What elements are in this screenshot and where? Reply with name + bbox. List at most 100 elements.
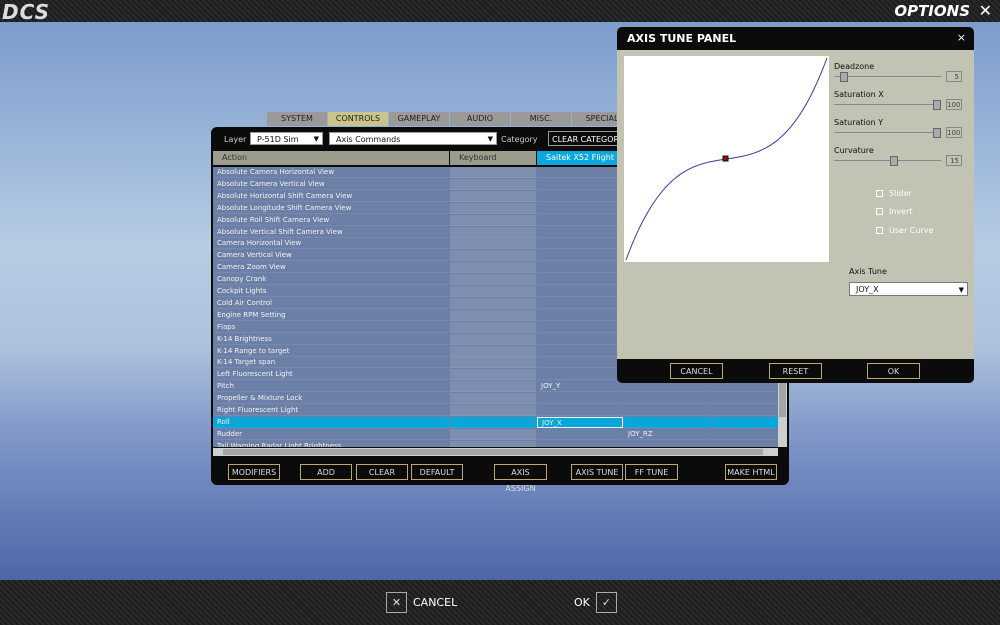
device-cell[interactable]: JOY_Y bbox=[537, 381, 623, 393]
tab-controls[interactable]: CONTROLS bbox=[328, 112, 388, 126]
deadzone-value[interactable]: 5 bbox=[946, 71, 962, 82]
device-cell-3[interactable] bbox=[711, 393, 778, 405]
tab-system[interactable]: SYSTEM bbox=[267, 112, 327, 126]
saturation-x-slider[interactable] bbox=[834, 100, 941, 110]
action-cell[interactable]: Flaps bbox=[213, 322, 449, 333]
device-cell[interactable] bbox=[537, 369, 623, 381]
close-icon[interactable]: ✕ bbox=[979, 1, 992, 20]
device-cell-2[interactable] bbox=[624, 405, 710, 416]
ff-tune-button[interactable]: FF TUNE bbox=[625, 464, 678, 480]
keyboard-cell[interactable] bbox=[450, 286, 536, 297]
make-html-button[interactable]: MAKE HTML bbox=[725, 464, 777, 480]
device-cell[interactable] bbox=[537, 346, 623, 357]
device-cell[interactable] bbox=[537, 429, 623, 440]
keyboard-cell[interactable] bbox=[450, 405, 536, 416]
action-cell[interactable]: Engine RPM Setting bbox=[213, 310, 449, 321]
action-cell[interactable]: Pitch bbox=[213, 381, 449, 393]
action-cell[interactable]: Absolute Roll Shift Camera View bbox=[213, 215, 449, 226]
device-cell[interactable] bbox=[537, 334, 623, 345]
action-cell[interactable]: Camera Vertical View bbox=[213, 250, 449, 262]
table-row[interactable]: Tail Warning Radar Light Brightness bbox=[213, 440, 778, 447]
keyboard-cell[interactable] bbox=[450, 274, 536, 286]
modifiers-button[interactable]: MODIFIERS bbox=[228, 464, 280, 480]
keyboard-cell[interactable] bbox=[450, 214, 536, 226]
action-cell[interactable]: Cockpit Lights bbox=[213, 286, 449, 297]
table-row[interactable]: Right Fluorescent Light bbox=[213, 405, 778, 417]
device-cell[interactable] bbox=[537, 441, 623, 447]
action-cell[interactable]: Propeller & Mixture Lock bbox=[213, 393, 449, 405]
device-cell[interactable] bbox=[537, 405, 623, 416]
device-cell-2[interactable] bbox=[624, 393, 710, 405]
layer-select[interactable]: P-51D Sim ▼ bbox=[250, 132, 323, 145]
action-cell[interactable]: Absolute Horizontal Shift Camera View bbox=[213, 191, 449, 202]
action-cell[interactable]: K-14 Target span bbox=[213, 357, 449, 369]
device-cell[interactable] bbox=[537, 167, 623, 178]
invert-checkbox[interactable]: Invert bbox=[876, 207, 913, 216]
tab-gameplay[interactable]: GAMEPLAY bbox=[389, 112, 449, 126]
default-button[interactable]: DEFAULT bbox=[411, 464, 463, 480]
saturation-x-value[interactable]: 100 bbox=[946, 99, 962, 110]
device-cell[interactable]: JOY_X bbox=[537, 416, 623, 428]
action-cell[interactable]: K-14 Range to target bbox=[213, 346, 449, 357]
table-row[interactable]: Rudder JOY_RZ bbox=[213, 428, 778, 441]
add-button[interactable]: ADD bbox=[300, 464, 352, 480]
device-cell-2[interactable] bbox=[624, 441, 710, 447]
device-cell-3[interactable] bbox=[711, 441, 778, 447]
action-cell[interactable]: Absolute Vertical Shift Camera View bbox=[213, 227, 449, 238]
panel-ok-button[interactable]: OK bbox=[867, 363, 920, 379]
action-cell[interactable]: Right Fluorescent Light bbox=[213, 405, 449, 416]
device-cell[interactable] bbox=[537, 203, 623, 214]
action-cell[interactable]: Camera Horizontal View bbox=[213, 238, 449, 250]
device-cell[interactable] bbox=[537, 179, 623, 190]
axis-tune-button[interactable]: AXIS TUNE bbox=[571, 464, 623, 480]
slider-checkbox[interactable]: Slider bbox=[876, 189, 912, 198]
action-cell[interactable]: K-14 Brightness bbox=[213, 334, 449, 345]
ok-button[interactable]: OK ✓ bbox=[574, 592, 617, 613]
keyboard-cell[interactable] bbox=[450, 440, 536, 447]
device-cell[interactable] bbox=[537, 310, 623, 321]
device-cell[interactable] bbox=[537, 322, 623, 333]
col-action[interactable]: Action bbox=[213, 151, 449, 165]
axis-assign-button[interactable]: AXIS ASSIGN bbox=[494, 464, 547, 493]
device-cell[interactable] bbox=[537, 250, 623, 262]
tab-audio[interactable]: AUDIO bbox=[450, 112, 510, 126]
keyboard-cell[interactable] bbox=[450, 250, 536, 262]
panel-reset-button[interactable]: RESET bbox=[769, 363, 822, 379]
device-cell[interactable] bbox=[537, 274, 623, 286]
deadzone-slider[interactable] bbox=[834, 72, 941, 82]
device-cell[interactable] bbox=[537, 286, 623, 297]
curvature-value[interactable]: 15 bbox=[946, 155, 962, 166]
table-row[interactable]: Propeller & Mixture Lock bbox=[213, 393, 778, 405]
horizontal-scrollbar[interactable] bbox=[213, 448, 778, 456]
device-cell-3[interactable] bbox=[711, 405, 778, 416]
device-cell[interactable] bbox=[537, 215, 623, 226]
device-cell[interactable] bbox=[537, 262, 623, 274]
keyboard-cell[interactable] bbox=[450, 345, 536, 357]
col-keyboard[interactable]: Keyboard bbox=[450, 151, 536, 165]
saturation-y-slider[interactable] bbox=[834, 128, 941, 138]
keyboard-cell[interactable] bbox=[450, 297, 536, 309]
user-curve-checkbox[interactable]: User Curve bbox=[876, 226, 933, 235]
panel-cancel-button[interactable]: CANCEL bbox=[670, 363, 723, 379]
table-row[interactable]: Roll JOY_X bbox=[213, 416, 778, 429]
keyboard-cell[interactable] bbox=[450, 321, 536, 333]
commands-select[interactable]: Axis Commands ▼ bbox=[329, 132, 497, 145]
device-cell[interactable] bbox=[537, 227, 623, 238]
keyboard-cell[interactable] bbox=[450, 178, 536, 190]
action-cell[interactable]: Tail Warning Radar Light Brightness bbox=[213, 441, 449, 447]
action-cell[interactable]: Absolute Camera Horizontal View bbox=[213, 167, 449, 178]
keyboard-cell[interactable] bbox=[450, 226, 536, 238]
device-cell[interactable] bbox=[537, 238, 623, 250]
slider-knob[interactable] bbox=[840, 72, 848, 82]
action-cell[interactable]: Roll bbox=[213, 416, 449, 428]
device-cell-2[interactable] bbox=[624, 416, 710, 428]
slider-knob[interactable] bbox=[933, 128, 941, 138]
close-icon[interactable]: × bbox=[957, 31, 966, 44]
keyboard-cell[interactable] bbox=[450, 309, 536, 321]
clear-button[interactable]: CLEAR bbox=[356, 464, 408, 480]
action-cell[interactable]: Absolute Camera Vertical View bbox=[213, 179, 449, 190]
device-cell[interactable] bbox=[537, 357, 623, 369]
keyboard-cell[interactable] bbox=[450, 428, 536, 440]
action-cell[interactable]: Absolute Longitude Shift Camera View bbox=[213, 203, 449, 214]
action-cell[interactable]: Camera Zoom View bbox=[213, 262, 449, 274]
